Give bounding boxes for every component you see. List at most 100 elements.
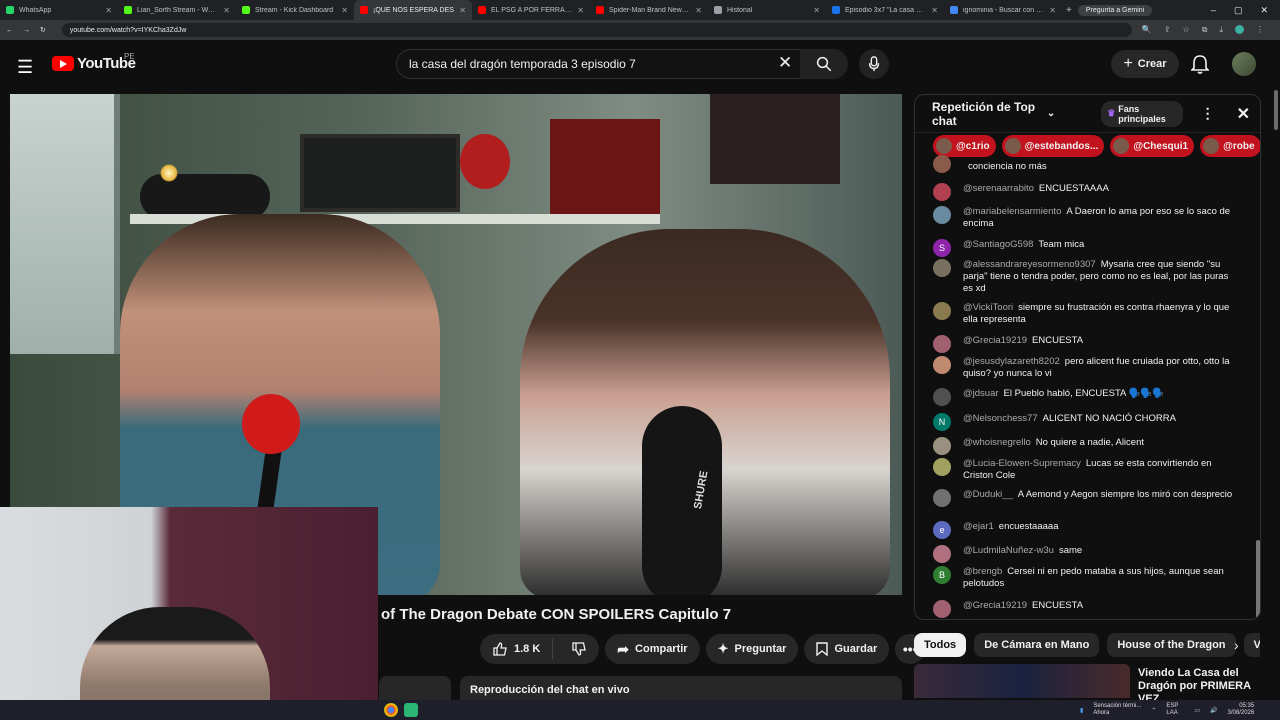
tab-close-icon[interactable]: ✕ [105, 6, 112, 15]
downloads-icon[interactable]: ⤓ [1219, 25, 1223, 35]
account-avatar[interactable] [1232, 52, 1256, 76]
chat-author[interactable]: @Grecia19219 [963, 335, 1027, 346]
chat-more-icon[interactable]: ⋮ [1201, 105, 1215, 122]
browser-tab[interactable]: Episodio 3x7 "La casa del d ✕ [826, 0, 944, 20]
minimize-button[interactable]: – [1211, 5, 1216, 16]
chat-avatar[interactable] [933, 489, 951, 507]
filter-chip[interactable]: De Cámara en Mano [974, 633, 1100, 657]
chat-author[interactable]: @Nelsonchess77 [963, 413, 1038, 424]
chat-author[interactable]: @SantiagoG598 [963, 239, 1033, 250]
chat-avatar[interactable]: S [933, 239, 951, 257]
chat-author[interactable]: @mariabelensarmiento [963, 206, 1061, 217]
chat-mode-title[interactable]: Repetición de Top chat [932, 100, 1043, 128]
browser-tab[interactable]: WhatsApp ✕ [0, 0, 118, 20]
chat-avatar[interactable] [933, 458, 951, 476]
page-scrollbar[interactable] [1274, 90, 1278, 130]
close-window-button[interactable]: ✕ [1260, 5, 1268, 16]
chat-author[interactable]: @Grecia19219 [963, 600, 1027, 611]
network-icon[interactable]: ▭ [1194, 707, 1200, 714]
reload-icon[interactable]: ↻ [40, 26, 46, 34]
bookmark-star-icon[interactable]: ☆ [1183, 25, 1190, 35]
search-button[interactable] [800, 49, 848, 79]
zoom-icon[interactable]: 🔍 [1142, 25, 1152, 35]
hamburger-menu-icon[interactable]: ☰ [17, 57, 33, 78]
share-button[interactable]: ➦ Compartir [605, 634, 700, 664]
browser-tab[interactable]: Spider-Man Brand New Da ✕ [590, 0, 708, 20]
chat-author[interactable]: @LudmilaNuñez-w3u [963, 545, 1054, 556]
maximize-button[interactable]: ▢ [1234, 5, 1243, 16]
menu-icon[interactable]: ⋮ [1256, 25, 1264, 35]
forward-icon[interactable]: → [23, 27, 30, 34]
tab-close-icon[interactable]: ✕ [813, 6, 820, 15]
tab-close-icon[interactable]: ✕ [223, 6, 230, 15]
ask-button[interactable]: ✦ Preguntar [705, 634, 799, 664]
chat-avatar[interactable] [933, 437, 951, 455]
donor-chip[interactable]: @robe [1200, 135, 1260, 157]
close-chat-icon[interactable]: ✕ [1237, 104, 1250, 124]
chevron-down-icon[interactable]: ⌄ [1047, 108, 1055, 119]
voice-search-button[interactable] [859, 49, 889, 79]
tab-close-icon[interactable]: ✕ [341, 6, 348, 15]
volume-icon[interactable]: 🔊 [1210, 707, 1217, 714]
app-icon[interactable] [404, 703, 418, 717]
chat-author[interactable]: @VickiToori [963, 302, 1013, 313]
chat-author[interactable]: @brengb [963, 566, 1002, 577]
like-button[interactable]: 1.8 K [480, 639, 554, 659]
clock[interactable]: 05:35 3/08/2026 [1228, 703, 1255, 717]
tab-close-icon[interactable]: ✕ [931, 6, 938, 15]
chat-avatar[interactable] [933, 335, 951, 353]
chat-author[interactable]: @whoisnegrello [963, 437, 1031, 448]
chat-avatar[interactable]: N [933, 413, 951, 431]
share-page-icon[interactable]: ⇪ [1164, 25, 1171, 35]
top-fans-button[interactable]: ♛ Fans principales [1101, 100, 1183, 127]
profile-icon[interactable] [1234, 25, 1244, 34]
chat-avatar[interactable]: B [933, 566, 951, 584]
chat-author[interactable]: @jesusdylazareth8202 [963, 356, 1060, 367]
chat-author[interactable]: @ejar1 [963, 521, 994, 532]
chat-avatar[interactable]: e [933, 521, 951, 539]
new-tab-button[interactable]: + [1066, 5, 1072, 16]
create-button[interactable]: + Crear [1111, 50, 1179, 78]
recommended-thumbnail[interactable] [914, 664, 1130, 698]
tab-close-icon[interactable]: ✕ [577, 6, 584, 15]
chat-avatar[interactable] [933, 259, 951, 277]
chat-scrollbar[interactable] [1256, 540, 1260, 618]
chrome-icon[interactable] [384, 703, 398, 717]
back-icon[interactable]: ← [6, 27, 13, 34]
chat-avatar[interactable] [933, 545, 951, 563]
donor-chip[interactable]: @Chesqui1 [1110, 135, 1195, 157]
weather-widget[interactable]: Sensación térmi... Ahora [1093, 703, 1141, 717]
url-field[interactable]: youtube.com/watch?v=IYKCha3ZdJw [61, 23, 1132, 37]
chat-avatar[interactable] [933, 206, 951, 224]
chat-avatar[interactable] [933, 600, 951, 618]
chat-author[interactable]: @Lucia-Elowen-Supremacy [963, 458, 1081, 469]
chat-avatar[interactable] [933, 183, 951, 201]
tab-close-icon[interactable]: ✕ [459, 6, 466, 15]
browser-tab[interactable]: ignominia - Buscar con Google ✕ [944, 0, 1062, 20]
filter-chip[interactable]: Todos [914, 633, 967, 657]
chevron-up-icon[interactable]: ⌃ [1151, 707, 1156, 714]
donor-chip[interactable]: @estebandos... [1001, 135, 1105, 157]
language-indicator[interactable]: ESP LAA [1166, 703, 1184, 717]
browser-tab[interactable]: Lian_Sorth Stream - Watch Live ✕ [118, 0, 236, 20]
filter-chip[interactable]: V [1243, 633, 1260, 657]
browser-tab[interactable]: Stream - Kick Dashboard ✕ [236, 0, 354, 20]
browser-tab[interactable]: EL PSG A POR FERRAN TOR ✕ [472, 0, 590, 20]
notifications-bell-icon[interactable] [1191, 54, 1209, 74]
chat-author[interactable]: @alessandrareyesormeno9307 [963, 259, 1096, 270]
chevron-right-icon[interactable]: › [1234, 637, 1239, 653]
tab-close-icon[interactable]: ✕ [1049, 6, 1056, 15]
chat-avatar[interactable] [933, 302, 951, 320]
filter-chip[interactable]: House of the Dragon [1107, 633, 1236, 657]
clear-search-icon[interactable]: ✕ [778, 53, 792, 73]
chat-avatar[interactable] [933, 356, 951, 374]
tab-close-icon[interactable]: ✕ [695, 6, 702, 15]
chat-author[interactable]: @Duduki__ [963, 489, 1013, 500]
gemini-button[interactable]: Pregunta a Gemini [1077, 4, 1153, 16]
browser-tab[interactable]: ¡QUE NOS ESPERA DES ✕ [354, 0, 472, 20]
chat-author[interactable]: @serenaarrabito [963, 183, 1034, 194]
search-input[interactable]: la casa del dragón temporada 3 episodio … [396, 49, 806, 79]
youtube-logo[interactable]: YouTube [52, 55, 136, 72]
recommended-video[interactable]: Viendo La Casa del Dragón por PRIMERA VE… [914, 664, 1254, 705]
chat-author[interactable]: @jdsuar [963, 388, 999, 399]
